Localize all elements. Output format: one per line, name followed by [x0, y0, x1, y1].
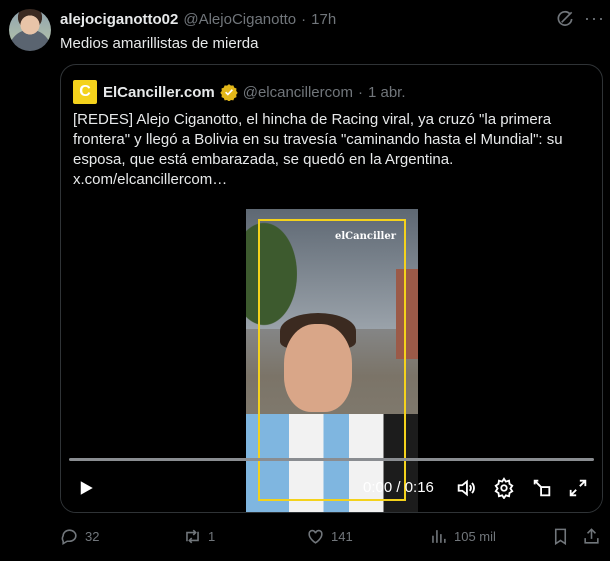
author-handle[interactable]: @AlejoCiganotto [183, 11, 296, 28]
reply-count: 32 [85, 529, 100, 544]
video-watermark: elCanciller [335, 231, 396, 242]
video-progress-bar[interactable] [69, 458, 594, 461]
quote-separator-dot: · [357, 83, 363, 101]
video-player[interactable]: elCanciller 0:00 / 0:16 [61, 185, 602, 512]
view-count: 105 mil [454, 529, 496, 544]
quote-header: ElCanciller.com @elcancillercom · 1 abr. [103, 83, 406, 101]
separator-dot: · [301, 11, 307, 28]
views-button[interactable]: 105 mil [429, 527, 496, 546]
settings-gear-icon[interactable] [493, 477, 515, 499]
repost-icon [186, 529, 199, 544]
grok-icon[interactable] [555, 9, 575, 29]
views-chart-icon [432, 530, 446, 543]
bookmark-icon[interactable] [551, 527, 570, 546]
quote-author-handle[interactable]: @elcancillercom [243, 84, 353, 101]
verified-badge-icon [220, 84, 238, 101]
tweet-header: alejociganotto02 @AlejoCiganotto · 17h [60, 11, 336, 28]
picture-in-picture-icon[interactable] [531, 477, 553, 499]
play-icon[interactable] [77, 479, 95, 497]
quote-text-block: [REDES] Alejo Ciganotto, el hincha de Ra… [73, 110, 598, 190]
tweet-time[interactable]: 17h [311, 11, 336, 28]
avatar[interactable] [9, 9, 51, 51]
quote-logo-letter: C [79, 83, 91, 100]
repost-count: 1 [208, 529, 216, 544]
fullscreen-icon[interactable] [567, 477, 589, 499]
action-bar: 32 1 141 105 mil [0, 527, 610, 549]
quoted-tweet[interactable]: C ElCanciller.com @elcancillercom · 1 ab… [60, 64, 603, 513]
quote-time[interactable]: 1 abr. [368, 84, 406, 101]
like-count: 141 [331, 529, 353, 544]
quote-text: [REDES] Alejo Ciganotto, el hincha de Ra… [73, 111, 563, 168]
share-icon[interactable] [582, 527, 601, 546]
repost-button[interactable]: 1 [183, 527, 215, 546]
quote-author-name[interactable]: ElCanciller.com [103, 84, 215, 101]
quote-avatar[interactable]: C [73, 80, 97, 104]
video-frame[interactable]: elCanciller [246, 209, 418, 512]
heart-icon [308, 529, 323, 544]
more-options-icon[interactable]: ··· [584, 8, 605, 29]
author-name[interactable]: alejociganotto02 [60, 11, 178, 28]
reply-button[interactable]: 32 [60, 527, 99, 546]
video-time: 0:00 / 0:16 [363, 479, 434, 496]
reply-icon [61, 529, 77, 546]
like-button[interactable]: 141 [306, 527, 353, 546]
volume-icon[interactable] [455, 477, 477, 499]
tweet-text: Medios amarillistas de mierda [60, 35, 259, 52]
